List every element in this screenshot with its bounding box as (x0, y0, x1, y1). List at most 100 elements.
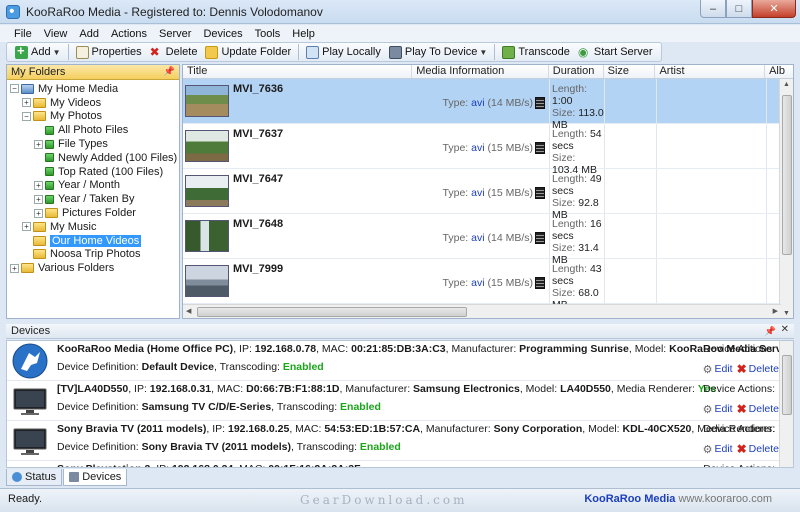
device-row[interactable]: Sony Playstation 3, IP: 192.168.0.34, MA… (7, 461, 793, 467)
device-row[interactable]: [TV]LA40D550, IP: 192.168.0.31, MAC: D0:… (7, 381, 793, 421)
expand-icon[interactable]: + (34, 139, 43, 149)
folder-icon (33, 249, 46, 260)
close-icon[interactable]: ✕ (781, 324, 789, 335)
scroll-left-icon[interactable]: ◀ (186, 307, 191, 315)
folder-tree-item[interactable]: Newly Added (100 Files) (7, 151, 179, 165)
folder-tree-item[interactable]: + My Music (7, 220, 179, 234)
maximize-button[interactable]: □ (726, 0, 752, 18)
table-row[interactable]: MVI_7636 Type: avi (14 MB/s) Length: 1:00 S… (183, 79, 793, 131)
delete-device-button[interactable]: ✖ Delete (737, 402, 779, 416)
column-title[interactable]: Title (183, 65, 413, 78)
delete-device-button[interactable]: ✖ Delete (737, 362, 779, 376)
artist-cell (657, 169, 767, 213)
folder-tree-item[interactable]: Top Rated (100 Files) (7, 165, 179, 179)
menu-actions[interactable]: Actions (105, 28, 153, 40)
virtual-folder-icon (45, 153, 54, 163)
transcoding-value: Enabled (282, 361, 324, 373)
folder-tree-item[interactable]: Our Home Videos (7, 234, 179, 248)
table-row[interactable]: MVI_7648 Type: avi (14 MB/s) Length: 16 se… (183, 214, 793, 266)
scroll-right-icon[interactable]: ▶ (773, 307, 778, 315)
close-button[interactable]: ✕ (752, 0, 796, 18)
file-list-vertical-scrollbar[interactable]: ▲ ▼ (779, 79, 793, 318)
device-actions: ⚙ Edit ✖ Delete (703, 442, 779, 456)
device-ip: 192.168.0.34 (172, 463, 233, 467)
device-model: KDL-40CX520 (622, 423, 692, 435)
delete-button[interactable]: Delete (146, 43, 202, 61)
column-artist[interactable]: Artist (655, 65, 766, 78)
virtual-folder-icon (45, 139, 54, 149)
collapse-icon[interactable]: − (22, 111, 31, 121)
device-actions: ⚙ Edit ✖ Delete (703, 362, 779, 376)
column-size[interactable]: Size (604, 65, 656, 78)
folder-tree-item[interactable]: Noosa Trip Photos (7, 248, 179, 262)
add-button[interactable]: Add ▼ (11, 43, 65, 61)
scrollbar-thumb[interactable] (782, 95, 792, 255)
folder-tree-item[interactable]: + File Types (7, 137, 179, 151)
expand-icon[interactable]: + (10, 263, 19, 273)
folder-tree-label: Newly Added (100 Files) (58, 151, 178, 164)
folder-tree-item[interactable]: + Various Folders (7, 261, 179, 275)
expand-icon[interactable]: + (22, 222, 31, 232)
folder-tree-label: Our Home Videos (50, 234, 142, 247)
file-title: MVI_7637 (233, 128, 284, 140)
table-row[interactable]: MVI_7999 Type: avi (15 MB/s) Length: 43 se… (183, 259, 793, 311)
expand-icon[interactable]: + (22, 98, 31, 108)
folder-tree-item[interactable]: All Photo Files (7, 123, 179, 137)
tab-devices[interactable]: Devices (63, 469, 128, 486)
device-row[interactable]: Sony Bravia TV (2011 models), IP: 192.16… (7, 421, 793, 461)
video-thumbnail (185, 175, 229, 207)
expand-icon[interactable]: + (34, 194, 43, 204)
device-manufacturer: Sony Corporation (493, 423, 583, 435)
expand-icon[interactable]: + (34, 208, 43, 218)
tab-status[interactable]: Status (6, 469, 63, 486)
pin-icon[interactable]: 📌 (765, 326, 776, 337)
edit-device-button[interactable]: ⚙ Edit (703, 443, 733, 456)
menu-help[interactable]: Help (286, 28, 321, 40)
transcode-button[interactable]: Transcode (498, 43, 574, 61)
menu-tools[interactable]: Tools (249, 28, 287, 40)
menu-file[interactable]: File (8, 28, 38, 40)
play-to-device-button[interactable]: Play To Device ▼ (385, 43, 491, 61)
edit-device-button[interactable]: ⚙ Edit (703, 363, 733, 376)
folder-tree-item[interactable]: + My Videos (7, 96, 179, 110)
scroll-up-icon[interactable]: ▲ (783, 81, 790, 88)
properties-button[interactable]: Properties (72, 43, 146, 61)
scrollbar-thumb[interactable] (197, 307, 467, 317)
delete-device-button[interactable]: ✖ Delete (737, 442, 779, 456)
transcode-icon (502, 45, 516, 59)
folder-tree-item[interactable]: + Year / Month (7, 179, 179, 193)
menu-server[interactable]: Server (153, 28, 197, 40)
edit-device-button[interactable]: ⚙ Edit (703, 403, 733, 416)
brand-url[interactable]: www.kooraroo.com (678, 493, 772, 505)
minimize-button[interactable]: – (700, 0, 726, 18)
menu-add[interactable]: Add (73, 28, 105, 40)
length-label: Length: (552, 263, 588, 275)
size-cell (605, 214, 657, 258)
column-album[interactable]: Alb (765, 65, 793, 78)
file-list-horizontal-scrollbar[interactable]: ◀ ▶ (183, 304, 781, 318)
folder-tree-item[interactable]: + Year / Taken By (7, 192, 179, 206)
table-row[interactable]: MVI_7647 Type: avi (15 MB/s) Length: 49 se… (183, 169, 793, 221)
start-server-button[interactable]: Start Server (574, 43, 657, 61)
duration-cell: Length: 43 secsSize: 68.0 MB (550, 259, 605, 311)
collapse-icon[interactable]: − (10, 84, 19, 94)
play-locally-button[interactable]: Play Locally (302, 43, 385, 61)
column-duration[interactable]: Duration (549, 65, 604, 78)
pin-icon[interactable]: 📌 (164, 66, 175, 77)
folders-panel-title: My Folders (11, 66, 66, 78)
device-row[interactable]: KooRaRoo Media (Home Office PC), IP: 192… (7, 341, 793, 381)
scrollbar-thumb[interactable] (782, 355, 792, 415)
table-row[interactable]: MVI_7637 Type: avi (15 MB/s) Length: 54 se… (183, 124, 793, 176)
menu-devices[interactable]: Devices (197, 28, 248, 40)
bitrate-value: (15 MB/s) (487, 187, 533, 199)
folder-tree-item[interactable]: + Pictures Folder (7, 206, 179, 220)
folder-tree-item[interactable]: − My Home Media (7, 82, 179, 96)
devices-vertical-scrollbar[interactable] (779, 341, 793, 467)
video-thumbnail (185, 220, 229, 252)
update-folder-button[interactable]: Update Folder (201, 43, 295, 61)
menu-view[interactable]: View (38, 28, 74, 40)
scroll-down-icon[interactable]: ▼ (783, 310, 790, 317)
column-media-info[interactable]: Media Information (412, 65, 549, 78)
folder-tree-item[interactable]: − My Photos (7, 110, 179, 124)
expand-icon[interactable]: + (34, 180, 43, 190)
